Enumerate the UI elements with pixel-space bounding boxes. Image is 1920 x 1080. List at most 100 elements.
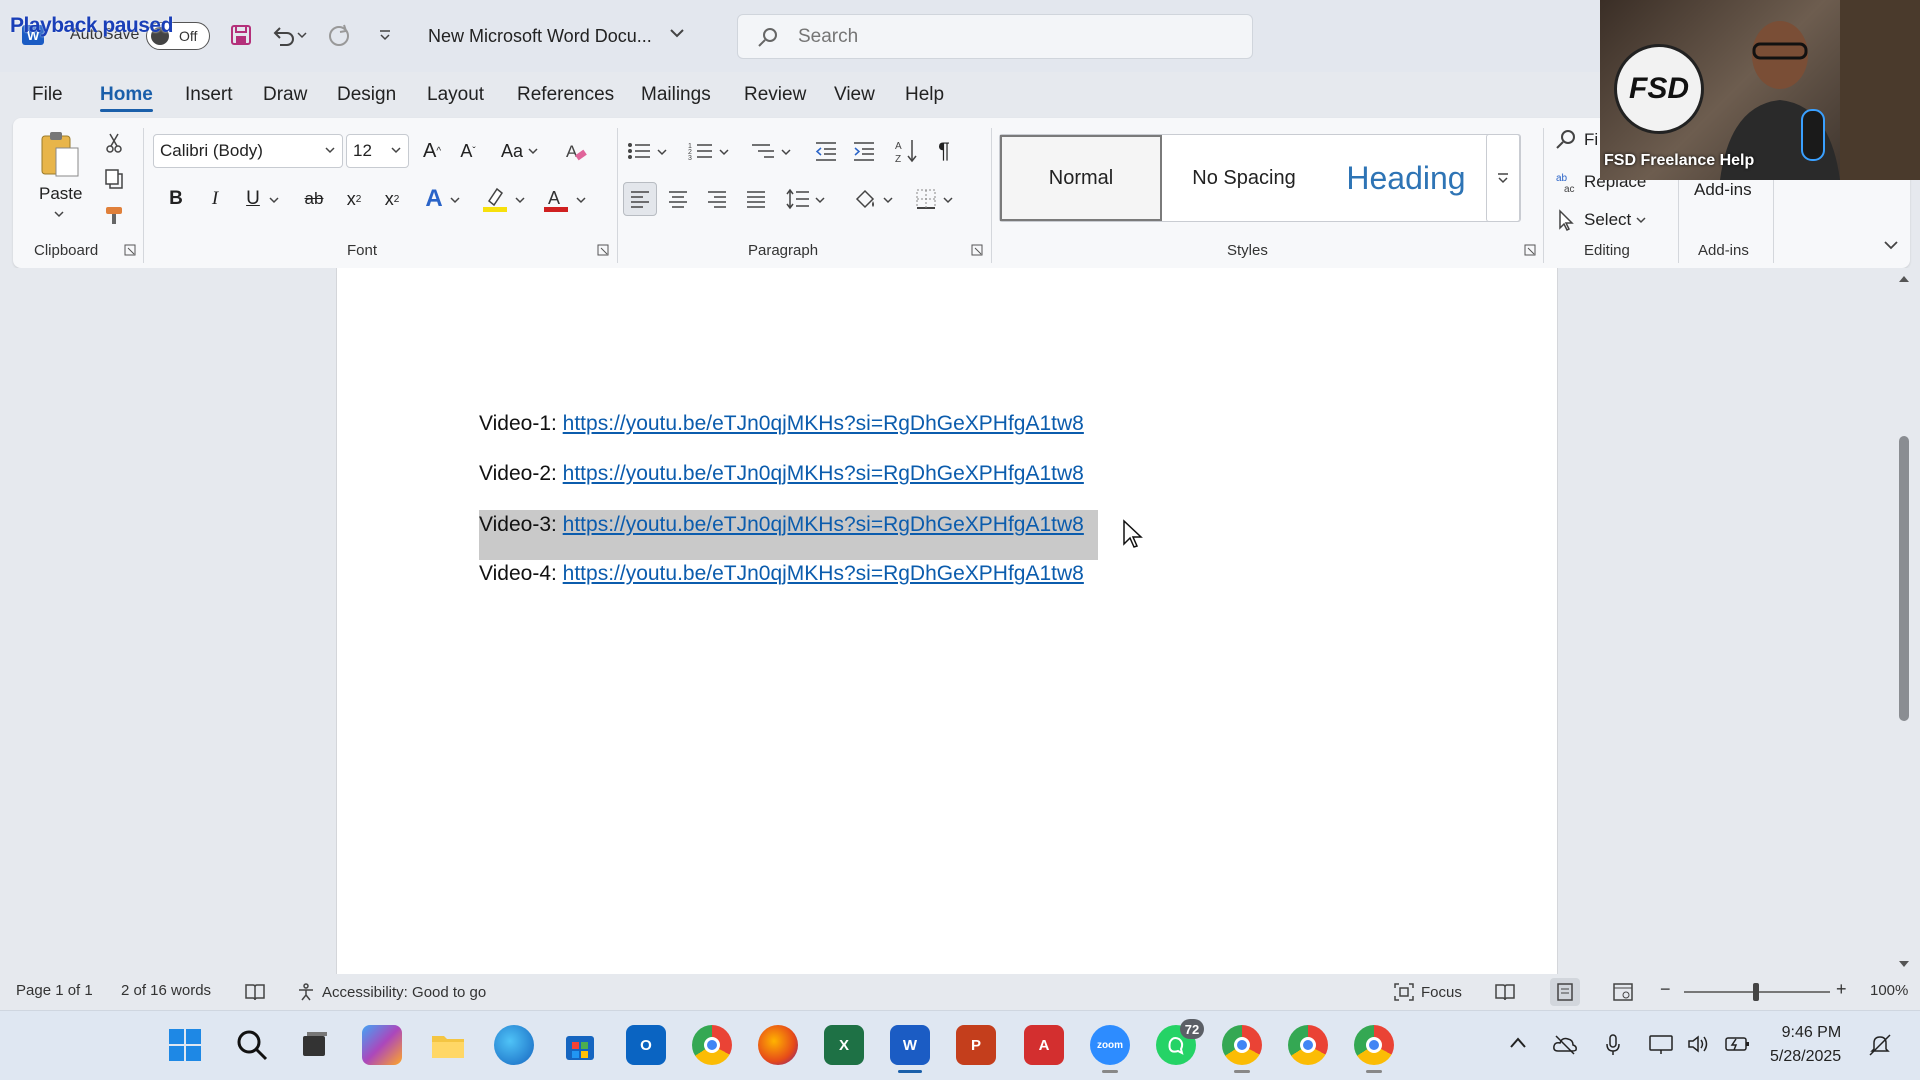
- document-title[interactable]: New Microsoft Word Docu...: [428, 26, 652, 47]
- justify-icon[interactable]: [741, 184, 771, 214]
- highlight-dropdown-icon[interactable]: [513, 190, 527, 210]
- font-size-select[interactable]: 12: [346, 134, 409, 168]
- font-color-icon[interactable]: A: [539, 184, 573, 214]
- chrome-profile-icon[interactable]: [1288, 1025, 1328, 1065]
- text-effects-dropdown-icon[interactable]: [448, 190, 462, 210]
- chrome-profile-icon[interactable]: [1222, 1025, 1262, 1073]
- select-button[interactable]: Select: [1554, 208, 1647, 232]
- clock[interactable]: 9:46 PM 5/28/2025: [1770, 1021, 1841, 1069]
- find-button[interactable]: Fi: [1554, 128, 1598, 152]
- tab-layout[interactable]: Layout: [427, 84, 484, 106]
- change-case-button[interactable]: Aa: [496, 136, 544, 166]
- task-view-icon[interactable]: [294, 1025, 334, 1065]
- search-icon[interactable]: [232, 1025, 272, 1065]
- shading-dropdown-icon[interactable]: [881, 190, 895, 210]
- scrollbar-thumb[interactable]: [1899, 436, 1909, 721]
- increase-indent-icon[interactable]: [849, 136, 879, 166]
- video-link[interactable]: https://youtu.be/eTJn0qjMKHs?si=RgDhGeXP…: [563, 412, 1084, 435]
- show-hidden-icons-icon[interactable]: [1508, 1033, 1528, 1053]
- bold-icon[interactable]: B: [161, 184, 191, 214]
- line-spacing-icon[interactable]: [783, 184, 813, 214]
- paste-icon[interactable]: [37, 128, 83, 180]
- search-box[interactable]: [737, 14, 1253, 59]
- superscript-icon[interactable]: x2: [377, 184, 407, 214]
- video-link[interactable]: https://youtu.be/eTJn0qjMKHs?si=RgDhGeXP…: [563, 462, 1084, 485]
- numbering-icon[interactable]: 123: [685, 136, 717, 166]
- clipboard-launcher-icon[interactable]: [124, 244, 136, 256]
- store-icon[interactable]: [560, 1025, 600, 1065]
- word-icon[interactable]: W: [890, 1025, 930, 1073]
- zoom-in-icon[interactable]: +: [1836, 979, 1847, 1000]
- tab-home[interactable]: Home: [100, 84, 153, 112]
- format-painter-icon[interactable]: [101, 202, 127, 228]
- font-name-select[interactable]: Calibri (Body): [153, 134, 343, 168]
- outlook-icon[interactable]: O: [626, 1025, 666, 1065]
- style-normal[interactable]: Normal: [1000, 135, 1162, 221]
- tab-insert[interactable]: Insert: [185, 84, 233, 106]
- zoom-slider-thumb[interactable]: [1753, 983, 1759, 1001]
- onedrive-offline-icon[interactable]: [1552, 1033, 1578, 1055]
- bullets-dropdown-icon[interactable]: [655, 142, 669, 162]
- tab-view[interactable]: View: [834, 84, 875, 106]
- chrome-icon[interactable]: [692, 1025, 732, 1065]
- decrease-indent-icon[interactable]: [811, 136, 841, 166]
- paragraph-launcher-icon[interactable]: [971, 244, 983, 256]
- underline-icon[interactable]: U: [238, 184, 268, 214]
- acrobat-icon[interactable]: A: [1024, 1025, 1064, 1065]
- network-icon[interactable]: [1648, 1033, 1674, 1055]
- zoom-out-icon[interactable]: −: [1660, 979, 1671, 1000]
- style-no-spacing[interactable]: No Spacing: [1162, 135, 1326, 221]
- volume-icon[interactable]: [1686, 1033, 1712, 1055]
- vertical-scrollbar[interactable]: [1896, 272, 1912, 972]
- microphone-icon[interactable]: [1604, 1033, 1622, 1057]
- tab-draw[interactable]: Draw: [263, 84, 307, 106]
- firefox-icon[interactable]: [758, 1025, 798, 1065]
- save-icon[interactable]: [226, 20, 256, 50]
- numbering-dropdown-icon[interactable]: [717, 142, 731, 162]
- text-effects-icon[interactable]: A: [419, 184, 449, 214]
- line-spacing-dropdown-icon[interactable]: [813, 190, 827, 210]
- battery-icon[interactable]: [1724, 1033, 1752, 1055]
- show-formatting-icon[interactable]: ¶: [929, 136, 959, 166]
- align-right-icon[interactable]: [702, 184, 732, 214]
- align-left-icon[interactable]: [623, 182, 657, 216]
- tab-design[interactable]: Design: [337, 84, 396, 106]
- multilevel-list-icon[interactable]: [747, 136, 779, 166]
- start-icon[interactable]: [165, 1025, 205, 1065]
- highlight-icon[interactable]: [478, 184, 512, 214]
- sort-icon[interactable]: AZ: [891, 136, 921, 166]
- addins-button[interactable]: Add-ins: [1694, 180, 1752, 200]
- video-link[interactable]: https://youtu.be/eTJn0qjMKHs?si=RgDhGeXP…: [563, 562, 1084, 585]
- clear-formatting-icon[interactable]: A: [561, 136, 591, 166]
- style-heading[interactable]: Heading: [1326, 135, 1486, 221]
- page-count[interactable]: Page 1 of 1: [16, 982, 93, 999]
- zoom-level[interactable]: 100%: [1870, 982, 1908, 999]
- word-count[interactable]: 2 of 16 words: [121, 982, 211, 999]
- paste-label[interactable]: Paste: [39, 184, 82, 204]
- shading-icon[interactable]: [851, 184, 881, 214]
- chevron-down-icon[interactable]: [668, 24, 686, 47]
- notifications-icon[interactable]: [1868, 1033, 1892, 1057]
- italic-icon[interactable]: I: [200, 184, 230, 214]
- subscript-icon[interactable]: x2: [339, 184, 369, 214]
- styles-more-icon[interactable]: [1486, 134, 1520, 222]
- paste-dropdown-icon[interactable]: [53, 206, 65, 224]
- font-color-dropdown-icon[interactable]: [574, 190, 588, 210]
- scroll-up-icon[interactable]: [1896, 273, 1912, 285]
- powerpoint-icon[interactable]: P: [956, 1025, 996, 1065]
- print-layout-icon[interactable]: [1550, 978, 1580, 1006]
- tab-mailings[interactable]: Mailings: [641, 84, 711, 106]
- shrink-font-icon[interactable]: Aˇ: [453, 136, 483, 166]
- redo-icon[interactable]: [324, 20, 354, 50]
- web-layout-icon[interactable]: [1612, 982, 1634, 1002]
- collapse-ribbon-icon[interactable]: [1883, 238, 1899, 256]
- tab-help[interactable]: Help: [905, 84, 944, 106]
- excel-icon[interactable]: X: [824, 1025, 864, 1065]
- proofing-icon[interactable]: [244, 982, 266, 1002]
- tab-references[interactable]: References: [517, 84, 614, 106]
- video-link[interactable]: https://youtu.be/eTJn0qjMKHs?si=RgDhGeXP…: [563, 513, 1084, 536]
- cut-icon[interactable]: [101, 130, 127, 156]
- align-center-icon[interactable]: [663, 184, 693, 214]
- scroll-down-icon[interactable]: [1896, 958, 1912, 970]
- zoom-icon[interactable]: zoom: [1090, 1025, 1130, 1073]
